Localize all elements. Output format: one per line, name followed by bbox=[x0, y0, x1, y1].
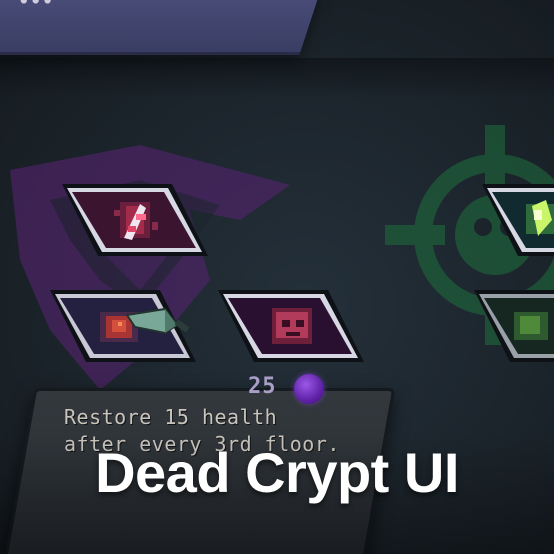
relic-card-green-crystal[interactable] bbox=[482, 180, 554, 260]
purple-soul-gem-icon bbox=[294, 374, 324, 404]
top-banner: ... bbox=[0, 0, 321, 55]
overlay-title: Dead Crypt UI bbox=[95, 441, 459, 504]
red-skull-relic-icon bbox=[272, 308, 312, 344]
game-scene: ... bbox=[0, 0, 554, 554]
relic-cost: 25 bbox=[248, 372, 328, 406]
relic-card-green-dark[interactable] bbox=[474, 286, 554, 366]
relic-card-red-claw[interactable] bbox=[62, 180, 208, 260]
dagger-cursor-icon bbox=[125, 307, 190, 335]
relic-card-red-skull[interactable] bbox=[218, 286, 364, 366]
green-swirl-relic-icon bbox=[514, 312, 548, 340]
top-shadow bbox=[0, 58, 554, 98]
cost-value: 25 bbox=[248, 374, 277, 399]
banner-title: ... bbox=[18, 0, 54, 12]
green-crystal-relic-icon bbox=[526, 200, 554, 236]
